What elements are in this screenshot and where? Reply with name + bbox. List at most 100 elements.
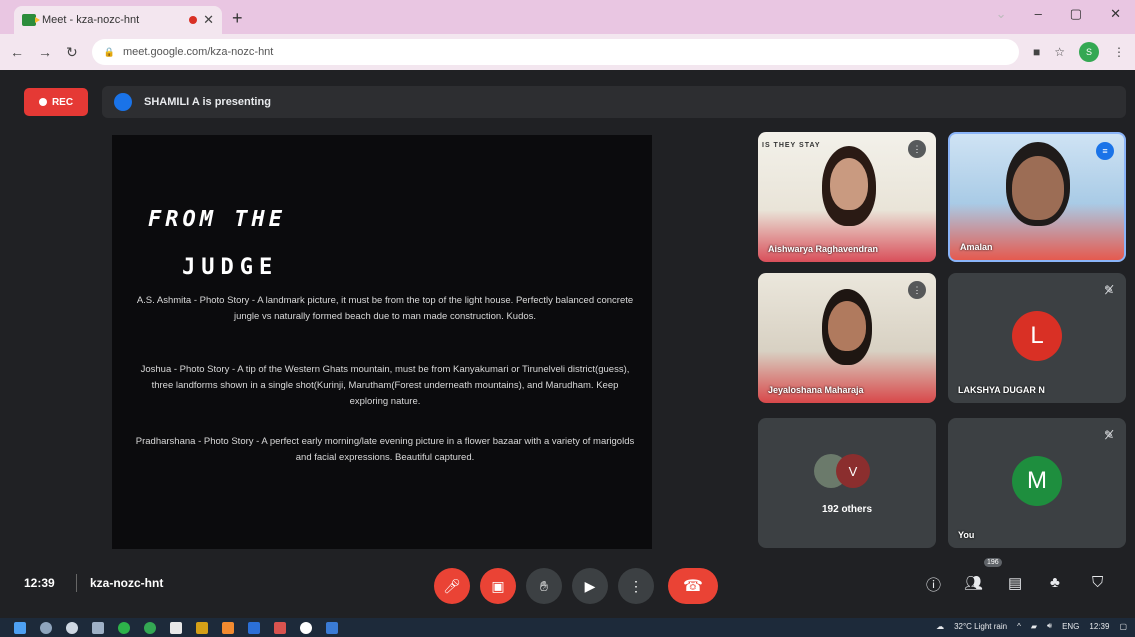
whatsapp-icon[interactable] (118, 621, 130, 634)
slide-paragraph: A.S. Ashmita - Photo Story - A landmark … (136, 295, 634, 322)
more-options-icon[interactable]: ⋮ (908, 140, 926, 158)
self-tile[interactable]: ✎̸ M You (948, 418, 1126, 548)
slide-heading-line1: FROM THE (148, 207, 286, 232)
more-options-button[interactable]: ⋮ (618, 568, 654, 604)
tab-search-icon[interactable]: ⌄ (996, 6, 1007, 22)
word-icon[interactable] (248, 621, 260, 634)
app-icon[interactable] (326, 621, 338, 634)
activities-icon[interactable]: ♣ (1050, 574, 1060, 591)
powerpoint-icon[interactable] (274, 621, 286, 634)
system-tray: ☁ 32°C Light rain ^ ▰ 🔊︎ ENG 12:39 ▢ (936, 621, 1127, 631)
slide-heading-line2: JUDGE (182, 255, 279, 280)
participant-face (830, 158, 868, 210)
url-field[interactable]: 🔒 meet.google.com/kza-nozc-hnt (91, 39, 1019, 65)
participant-tile[interactable]: ⋮ Jeyaloshana Maharaja (758, 273, 936, 403)
mic-off-icon: ✎̸ (1103, 283, 1114, 297)
participant-name: Aishwarya Raghavendran (768, 244, 879, 254)
windows-taskbar: ☁ 32°C Light rain ^ ▰ 🔊︎ ENG 12:39 ▢ (0, 618, 1135, 637)
weather-text[interactable]: 32°C Light rain (954, 622, 1007, 631)
participant-face (1012, 156, 1064, 220)
tab-title: Meet - kza-nozc-hnt (42, 14, 140, 26)
url-text: meet.google.com/kza-nozc-hnt (122, 46, 274, 58)
participant-name: Jeyaloshana Maharaja (768, 385, 864, 395)
address-bar-row: ← → ↻ 🔒 meet.google.com/kza-nozc-hnt ■ ☆… (0, 34, 1135, 70)
taskbar-clock[interactable]: 12:39 (1089, 622, 1109, 631)
mic-off-button[interactable]: 🎤︎ (434, 568, 470, 604)
screen: Meet - kza-nozc-hnt ✕ + ⌄ – ▢ ✕ ← → ↻ 🔒 … (0, 0, 1135, 637)
divider (76, 574, 77, 592)
participant-tile[interactable]: ✎̸ L LAKSHYA DUGAR N (948, 273, 1126, 403)
presenting-banner: SHAMILI A is presenting (102, 86, 1126, 118)
recording-badge[interactable]: REC (24, 88, 88, 116)
browser-tab-bar: Meet - kza-nozc-hnt ✕ + ⌄ – ▢ ✕ (0, 0, 1135, 34)
people-count-badge: 196 (984, 558, 1002, 567)
close-tab-icon[interactable]: ✕ (203, 12, 214, 28)
profile-avatar[interactable]: S (1079, 42, 1099, 62)
camera-indicator-icon[interactable]: ■ (1033, 45, 1040, 59)
background-banner: IS THEY STAY (762, 142, 821, 149)
presenting-text: SHAMILI A is presenting (144, 96, 271, 108)
taskbar-apps (0, 621, 338, 634)
reload-icon[interactable]: ↻ (66, 44, 78, 61)
meeting-details-icon[interactable]: ⓘ (926, 574, 941, 595)
avatar: M (1012, 456, 1062, 506)
search-icon[interactable] (40, 621, 52, 634)
cortana-icon[interactable] (66, 621, 78, 634)
meet-top-bar: REC SHAMILI A is presenting (10, 82, 1130, 122)
meeting-code: kza-nozc-hnt (90, 576, 164, 590)
end-call-button[interactable]: ☎︎ (668, 568, 718, 604)
participant-tile[interactable]: IS THEY STAY ⋮ Aishwarya Raghavendran (758, 132, 936, 262)
browser-menu-icon[interactable]: ⋮ (1113, 45, 1125, 59)
app-icon[interactable] (222, 621, 234, 634)
chrome-icon[interactable] (144, 621, 156, 634)
task-view-icon[interactable] (92, 621, 104, 634)
presenter-avatar (114, 93, 132, 111)
participant-name: LAKSHYA DUGAR N (958, 385, 1045, 395)
meet-favicon-icon (22, 14, 40, 26)
chat-icon[interactable]: ▤ (1008, 574, 1022, 592)
participant-name: You (958, 530, 975, 540)
language-indicator[interactable]: ENG (1062, 622, 1079, 631)
app-icon[interactable] (300, 621, 312, 634)
participant-face (828, 301, 866, 351)
meet-controls-bar: 12:39 kza-nozc-hnt 🎤︎ ▣ ✋︎ ▶ ⋮ ☎︎ ⓘ 196 … (10, 558, 1135, 604)
maximize-icon[interactable]: ▢ (1070, 6, 1082, 22)
recording-dot-icon (189, 16, 198, 24)
avatar: L (1012, 311, 1062, 361)
camera-off-button[interactable]: ▣ (480, 568, 516, 604)
others-count: 192 others (821, 504, 873, 515)
app-icon[interactable] (170, 621, 182, 634)
people-icon[interactable]: 👥︎ (964, 574, 983, 592)
raise-hand-button[interactable]: ✋︎ (526, 568, 562, 604)
meet-area: REC SHAMILI A is presenting FROM THE JUD… (10, 72, 1135, 618)
shared-slide: FROM THE JUDGE A.S. Ashmita - Photo Stor… (112, 135, 652, 549)
file-explorer-icon[interactable] (196, 621, 208, 634)
participant-tile[interactable]: ≡ Amalan (948, 132, 1126, 262)
more-options-icon[interactable]: ⋮ (908, 281, 926, 299)
volume-icon[interactable]: 🔊︎ (1047, 621, 1052, 631)
meeting-time: 12:39 (24, 576, 55, 590)
notifications-icon[interactable]: ▢ (1119, 622, 1127, 631)
tray-chevron-icon[interactable]: ^ (1017, 622, 1021, 631)
host-controls-icon[interactable]: ⛉ (1092, 574, 1103, 591)
avatar: V (836, 454, 870, 488)
extensions-area: ■ ☆ S ⋮ (1033, 42, 1125, 62)
speaking-indicator-icon: ≡ (1096, 142, 1114, 160)
present-screen-button[interactable]: ▶ (572, 568, 608, 604)
window-controls: ⌄ – ▢ ✕ (996, 6, 1121, 22)
slide-paragraph: Pradharshana - Photo Story - A perfect e… (135, 436, 635, 463)
close-window-icon[interactable]: ✕ (1110, 6, 1121, 22)
record-icon (38, 98, 47, 106)
slide-paragraph: Joshua - Photo Story - A tip of the West… (140, 364, 630, 407)
forward-icon[interactable]: → (38, 44, 52, 60)
bookmark-star-icon[interactable]: ☆ (1054, 45, 1065, 59)
network-icon[interactable]: ▰ (1031, 622, 1037, 631)
minimize-icon[interactable]: – (1035, 6, 1042, 22)
participant-name: Amalan (960, 242, 993, 252)
back-icon[interactable]: ← (10, 44, 24, 60)
windows-start-icon[interactable] (14, 621, 26, 634)
browser-tab[interactable]: Meet - kza-nozc-hnt ✕ (14, 6, 222, 34)
lock-icon[interactable]: 🔒 (104, 47, 115, 58)
others-tile[interactable]: V 192 others (758, 418, 936, 548)
new-tab-button[interactable]: + (232, 8, 243, 29)
